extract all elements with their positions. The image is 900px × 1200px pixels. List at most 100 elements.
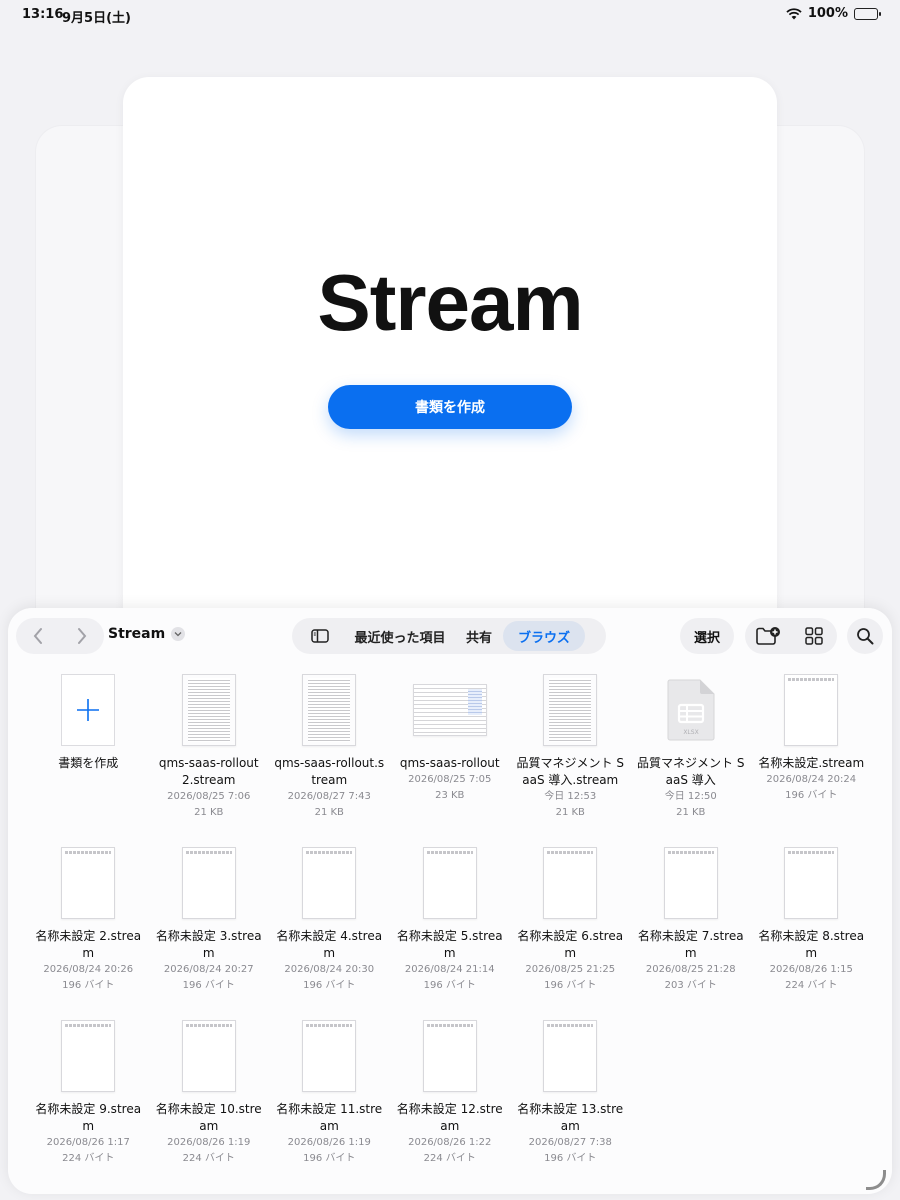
file-thumbnail-area <box>751 672 871 748</box>
file-size: 196 バイト <box>62 980 115 991</box>
file-size: 23 KB <box>435 790 465 801</box>
file-thumbnail-area <box>269 672 389 748</box>
document-thumbnail <box>784 674 839 746</box>
file-thumbnail-area <box>28 1018 148 1094</box>
add-document-thumbnail <box>61 674 116 746</box>
battery-icon <box>854 7 881 20</box>
tab-recent[interactable]: 最近使った項目 <box>345 621 455 651</box>
status-time: 13:16 <box>22 7 64 22</box>
resize-handle[interactable] <box>866 1170 886 1190</box>
file-name: qms-saas-rollout.stream <box>274 756 385 787</box>
file-name: 名称未設定 3.stream <box>155 929 262 960</box>
file-date: 2026/08/25 7:06 <box>167 791 251 802</box>
file-date: 2026/08/24 20:27 <box>163 964 254 975</box>
file-item[interactable]: 名称未設定 4.stream 2026/08/24 20:30 196 バイト <box>269 845 390 1018</box>
file-size: 196 バイト <box>544 1153 597 1164</box>
file-thumbnail-area <box>149 672 269 748</box>
document-thumbnail <box>302 674 357 746</box>
file-item[interactable]: 名称未設定 12.stream 2026/08/26 1:22 224 バイト <box>390 1018 511 1191</box>
file-thumbnail-area <box>390 845 510 921</box>
file-size: 203 バイト <box>664 980 717 991</box>
app-title: Stream <box>317 258 583 347</box>
file-size: 21 KB <box>555 807 585 818</box>
file-date: 2026/08/25 7:05 <box>408 774 492 785</box>
document-thumbnail <box>181 1020 236 1092</box>
file-thumbnail-area <box>28 672 148 748</box>
file-type-badge: XLSX <box>683 729 698 736</box>
file-size: 224 バイト <box>182 1153 235 1164</box>
document-thumbnail <box>412 684 487 736</box>
spreadsheet-file-icon: XLSX <box>667 679 715 741</box>
status-right: 100% <box>786 6 881 21</box>
file-item[interactable]: qms-saas-rollout 2026/08/25 7:05 23 KB <box>390 672 511 845</box>
search-icon <box>857 628 874 645</box>
grid-icon <box>805 627 823 645</box>
folder-title-label: Stream <box>108 626 166 642</box>
file-item[interactable]: 名称未設定 5.stream 2026/08/24 21:14 196 バイト <box>390 845 511 1018</box>
document-thumbnail <box>543 1020 598 1092</box>
select-button[interactable]: 選択 <box>680 618 734 654</box>
app-launch-card: Stream 書類を作成 <box>123 77 777 697</box>
file-name: 品質マネジメント SaaS 導入.stream <box>516 756 624 787</box>
sidebar-icon <box>311 629 329 643</box>
file-date: 今日 12:50 <box>664 791 717 802</box>
folder-actions <box>745 618 837 654</box>
file-item[interactable]: qms-saas-rollout 2.stream 2026/08/25 7:06… <box>149 672 270 845</box>
document-thumbnail <box>784 847 839 919</box>
chevron-right-icon <box>78 628 87 644</box>
file-item[interactable]: 名称未設定 2.stream 2026/08/24 20:26 196 バイト <box>28 845 149 1018</box>
file-date: 2026/08/27 7:43 <box>287 791 371 802</box>
document-thumbnail <box>181 847 236 919</box>
file-item[interactable]: 名称未設定 8.stream 2026/08/26 1:15 224 バイト <box>751 845 872 1018</box>
new-folder-button[interactable] <box>745 618 791 654</box>
file-date: 2026/08/26 1:15 <box>769 964 853 975</box>
file-thumbnail-area <box>149 845 269 921</box>
document-thumbnail <box>422 1020 477 1092</box>
file-size: 196 バイト <box>303 980 356 991</box>
file-date: 2026/08/26 1:17 <box>46 1137 130 1148</box>
file-item[interactable]: 品質マネジメント SaaS 導入.stream 今日 12:53 21 KB <box>510 672 631 845</box>
search-button[interactable] <box>847 618 883 654</box>
file-size: 196 バイト <box>785 790 838 801</box>
view-mode-button[interactable] <box>791 618 837 654</box>
file-date: 2026/08/24 21:14 <box>404 964 495 975</box>
folder-title[interactable]: Stream <box>108 626 186 642</box>
file-name: 名称未設定 12.stream <box>396 1102 503 1133</box>
file-item[interactable]: XLSX 品質マネジメント SaaS 導入 今日 12:50 21 KB <box>631 672 752 845</box>
file-size: 21 KB <box>676 807 706 818</box>
file-name: qms-saas-rollout <box>399 756 500 770</box>
file-thumbnail-area <box>631 845 751 921</box>
back-button[interactable] <box>16 618 60 654</box>
file-name: 名称未設定.stream <box>758 756 865 770</box>
file-name: 名称未設定 8.stream <box>758 929 865 960</box>
file-thumbnail-area <box>510 845 630 921</box>
file-item[interactable]: 名称未設定 9.stream 2026/08/26 1:17 224 バイト <box>28 1018 149 1191</box>
tab-shared[interactable]: 共有 <box>455 621 503 651</box>
file-item[interactable]: qms-saas-rollout.stream 2026/08/27 7:43 21… <box>269 672 390 845</box>
forward-button[interactable] <box>60 618 104 654</box>
file-date: 2026/08/24 20:24 <box>766 774 857 785</box>
browser-toolbar: Stream 最近使った項目 共有 ブラウズ 選択 <box>8 608 892 664</box>
wifi-icon <box>786 7 802 19</box>
file-item[interactable]: 名称未設定 13.stream 2026/08/27 7:38 196 バイト <box>510 1018 631 1191</box>
tab-browse[interactable]: ブラウズ <box>503 621 585 651</box>
file-item[interactable]: 名称未設定.stream 2026/08/24 20:24 196 バイト <box>751 672 872 845</box>
file-item[interactable]: 名称未設定 3.stream 2026/08/24 20:27 196 バイト <box>149 845 270 1018</box>
sidebar-toggle[interactable] <box>295 621 345 651</box>
file-item[interactable]: 名称未設定 6.stream 2026/08/25 21:25 196 バイト <box>510 845 631 1018</box>
file-item[interactable]: 名称未設定 7.stream 2026/08/25 21:28 203 バイト <box>631 845 752 1018</box>
file-item[interactable]: 名称未設定 10.stream 2026/08/26 1:19 224 バイト <box>149 1018 270 1191</box>
document-thumbnail <box>663 847 718 919</box>
file-date: 今日 12:53 <box>544 791 597 802</box>
location-tabs: 最近使った項目 共有 ブラウズ <box>292 618 606 654</box>
file-name: qms-saas-rollout 2.stream <box>158 756 259 787</box>
file-size: 224 バイト <box>62 1153 115 1164</box>
file-item[interactable]: 名称未設定 11.stream 2026/08/26 1:19 196 バイト <box>269 1018 390 1191</box>
create-document-button[interactable]: 書類を作成 <box>328 385 572 429</box>
file-name: 名称未設定 9.stream <box>35 1102 142 1133</box>
file-date: 2026/08/26 1:19 <box>167 1137 251 1148</box>
file-size: 196 バイト <box>544 980 597 991</box>
create-document-tile[interactable]: 書類を作成 <box>28 672 149 845</box>
file-size: 21 KB <box>194 807 224 818</box>
file-date: 2026/08/24 20:26 <box>43 964 134 975</box>
